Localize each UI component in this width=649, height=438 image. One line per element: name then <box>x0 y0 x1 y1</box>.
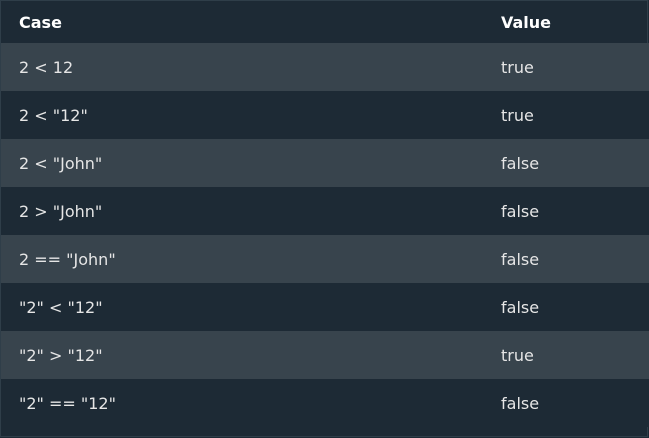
table-row: 2 == "John" false <box>1 235 649 283</box>
value-cell: true <box>501 57 534 77</box>
case-cell: "2" > "12" <box>19 345 103 365</box>
value-cell: true <box>501 345 534 365</box>
value-cell: false <box>501 297 540 317</box>
table-row: 2 > "John" false <box>1 187 649 235</box>
value-cell: true <box>501 105 534 125</box>
table-row: "2" > "12" true <box>1 331 649 379</box>
table-row: "2" == "12" false <box>1 379 649 427</box>
value-cell: false <box>501 201 540 221</box>
value-cell: false <box>501 153 540 173</box>
case-cell: 2 == "John" <box>19 249 116 269</box>
comparison-table-container: Case Value 2 < 12 true 2 < "12" true 2 <… <box>0 0 649 437</box>
case-cell: 2 < "John" <box>19 153 103 173</box>
table-row: "2" < "12" false <box>1 283 649 331</box>
table-header-row: Case Value <box>1 1 649 43</box>
case-cell: 2 > "John" <box>19 201 103 221</box>
table-row: 2 < "12" true <box>1 91 649 139</box>
value-cell: false <box>501 393 540 413</box>
column-header-value: Value <box>501 12 552 32</box>
case-cell: 2 < "12" <box>19 105 88 125</box>
value-cell: false <box>501 249 540 269</box>
case-cell: "2" < "12" <box>19 297 103 317</box>
case-cell: 2 < 12 <box>19 57 74 77</box>
table-row: 2 < "John" false <box>1 139 649 187</box>
table-row: 2 < 12 true <box>1 43 649 91</box>
comparison-table: Case Value 2 < 12 true 2 < "12" true 2 <… <box>1 1 649 427</box>
column-header-case: Case <box>19 12 62 32</box>
case-cell: "2" == "12" <box>19 393 116 413</box>
